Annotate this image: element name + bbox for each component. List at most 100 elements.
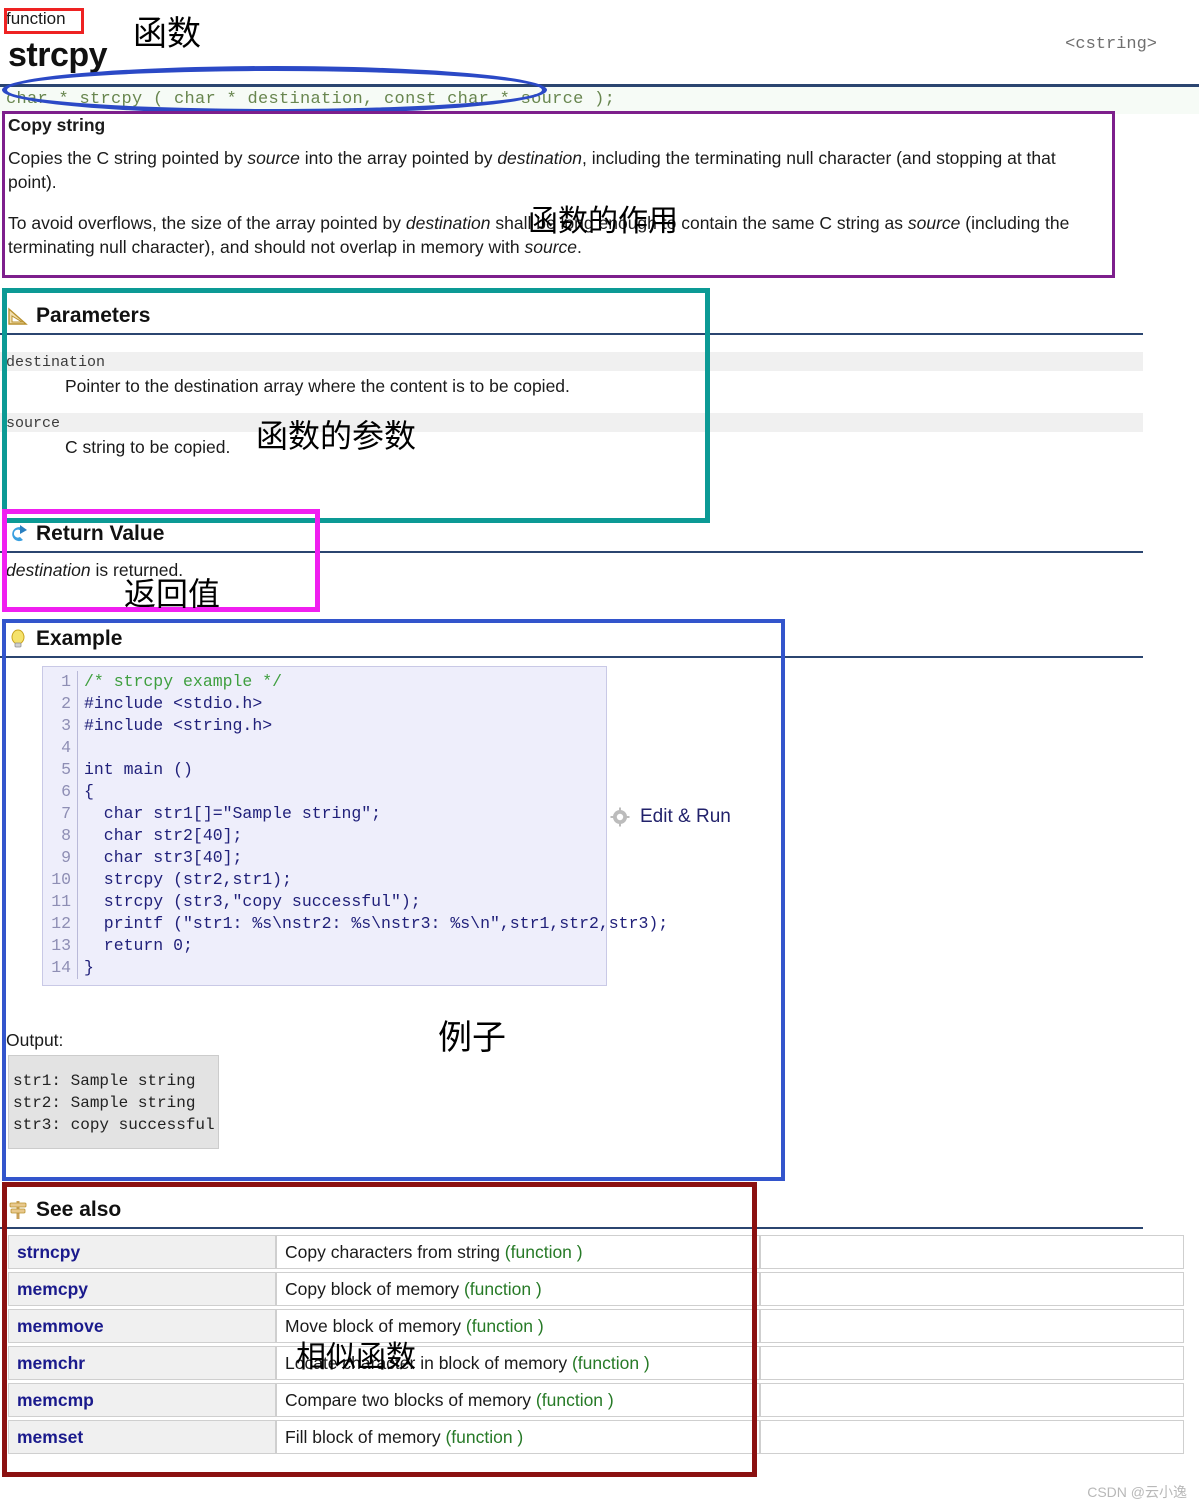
edit-and-run-label: Edit & Run (640, 806, 731, 827)
code-line-number: 3 (43, 715, 78, 737)
edit-and-run-button[interactable]: Edit & Run (610, 806, 731, 828)
see-also-link[interactable]: memcmp (8, 1383, 276, 1417)
function-signature: char * strcpy ( char * destination, cons… (0, 87, 1199, 114)
table-row: memcmp Compare two blocks of memory (func… (8, 1383, 1184, 1417)
desc-p2-source-2: source (524, 237, 578, 257)
description-section: Copy string Copies the C string pointed … (8, 113, 1108, 276)
param-stripe-source (0, 413, 1143, 432)
code-line-number: 6 (43, 781, 78, 803)
example-section-header: Example (0, 625, 1143, 658)
table-row: memset Fill block of memory (function ) (8, 1420, 1184, 1454)
code-line-number: 5 (43, 759, 78, 781)
code-line: 2 #include <stdio.h> (43, 693, 606, 715)
see-also-section-title: See also (36, 1198, 122, 1221)
code-line: 3 #include <string.h> (43, 715, 606, 737)
code-line-number: 2 (43, 693, 78, 715)
code-line-text: /* strcpy example */ (84, 672, 283, 691)
code-line: 5 int main () (43, 759, 606, 781)
code-line-text: #include <string.h> (84, 716, 273, 735)
description-paragraph-1: Copies the C string pointed by source in… (8, 146, 1108, 195)
see-also-kind: (function ) (445, 1426, 524, 1447)
see-also-empty-cell (760, 1420, 1184, 1454)
page-title: strcpy (8, 36, 108, 74)
see-also-kind: (function ) (571, 1352, 650, 1373)
table-row: memchr Locate character in block of memor… (8, 1346, 1184, 1380)
see-also-empty-cell (760, 1383, 1184, 1417)
example-code-block[interactable]: 1 /* strcpy example */ 2 #include <stdio.h>… (42, 666, 668, 986)
see-also-desc-text: Move block of memory (285, 1315, 466, 1336)
param-name-destination: destination (6, 354, 106, 371)
see-also-description: Copy characters from string (function ) (276, 1235, 760, 1269)
return-arrow-icon (12, 525, 27, 542)
see-also-link[interactable]: memmove (8, 1309, 276, 1343)
desc-p1-text-b: into the array pointed by (299, 147, 498, 168)
code-line-number: 8 (43, 825, 78, 847)
code-line: 12 printf ("str1: %s\nstr2: %s\nstr3: %s… (43, 913, 668, 935)
table-row: memcpy Copy block of memory (function ) (8, 1272, 1184, 1306)
code-line-text: strcpy (str3,"copy successful"); (84, 892, 421, 911)
include-header-label: <cstring> (1065, 35, 1157, 54)
param-name-source: source (6, 415, 61, 432)
see-also-link[interactable]: memcpy (8, 1272, 276, 1306)
code-line-text: printf ("str1: %s\nstr2: %s\nstr3: %s\n"… (84, 914, 669, 933)
code-line-text: strcpy (str2,str1); (84, 870, 292, 889)
code-line-text: } (84, 958, 94, 977)
see-also-empty-cell (760, 1346, 1184, 1380)
param-desc-destination: Pointer to the destination array where t… (65, 376, 570, 396)
return-value-section-title: Return Value (36, 522, 165, 545)
desc-p2-source: source (907, 212, 961, 233)
example-section-title: Example (36, 627, 123, 650)
code-line-text: char str1[]="Sample string"; (84, 804, 382, 823)
code-line-number: 4 (43, 737, 78, 759)
parameters-section-title: Parameters (36, 304, 151, 327)
signpost-icon (9, 1201, 27, 1219)
see-also-section-header: See also (0, 1196, 1143, 1229)
desc-p1-destination: destination (497, 147, 582, 168)
code-line-text: return 0; (84, 936, 193, 955)
see-also-empty-cell (760, 1272, 1184, 1306)
code-line-text: int main () (84, 760, 193, 779)
code-line: 10 strcpy (str2,str1); (43, 869, 606, 891)
see-also-kind: (function ) (465, 1315, 544, 1336)
description-title: Copy string (8, 115, 106, 135)
see-also-desc-text: Fill block of memory (285, 1426, 446, 1447)
desc-p1-source: source (247, 147, 300, 168)
see-also-desc-text: Compare two blocks of memory (285, 1389, 536, 1410)
return-value-emphasis: destination (6, 560, 91, 580)
see-also-desc-text: Copy block of memory (285, 1278, 464, 1299)
annotation-label-example: 例子 (438, 1018, 506, 1058)
see-also-kind: (function ) (504, 1241, 583, 1262)
code-line-number: 14 (43, 957, 78, 979)
desc-p2-text-a: To avoid overflows, the size of the arra… (8, 212, 406, 233)
see-also-description: Fill block of memory (function ) (276, 1420, 760, 1454)
code-line: 8 char str2[40]; (43, 825, 606, 847)
code-line-number: 9 (43, 847, 78, 869)
see-also-empty-cell (760, 1309, 1184, 1343)
param-stripe-destination (0, 352, 1143, 371)
output-label: Output: (6, 1030, 64, 1050)
see-also-link[interactable]: memchr (8, 1346, 276, 1380)
function-kind-tag: function (6, 9, 66, 28)
see-also-kind: (function ) (535, 1389, 614, 1410)
parameters-section-header: Parameters (0, 302, 1143, 335)
code-line-number: 12 (43, 913, 78, 935)
see-also-desc-text: Locate character in block of memory (285, 1352, 572, 1373)
see-also-table: strncpy Copy characters from string (func… (8, 1232, 1184, 1457)
desc-p2-text-d: . (577, 237, 582, 257)
see-also-link[interactable]: strncpy (8, 1235, 276, 1269)
code-line-number: 11 (43, 891, 78, 913)
code-line: 7 char str1[]="Sample string"; (43, 803, 606, 825)
gear-icon (610, 807, 630, 827)
code-line-number: 1 (43, 671, 78, 693)
table-row: strncpy Copy characters from string (func… (8, 1235, 1184, 1269)
code-line-number: 7 (43, 803, 78, 825)
see-also-desc-text: Copy characters from string (285, 1241, 505, 1262)
return-value-rest: is returned. (90, 560, 184, 580)
see-also-empty-cell (760, 1235, 1184, 1269)
code-line-number: 13 (43, 935, 78, 957)
see-also-link[interactable]: memset (8, 1420, 276, 1454)
code-line-number: 10 (43, 869, 78, 891)
code-line: 11 strcpy (str3,"copy successful"); (43, 891, 606, 913)
code-line: 13 return 0; (43, 935, 606, 957)
